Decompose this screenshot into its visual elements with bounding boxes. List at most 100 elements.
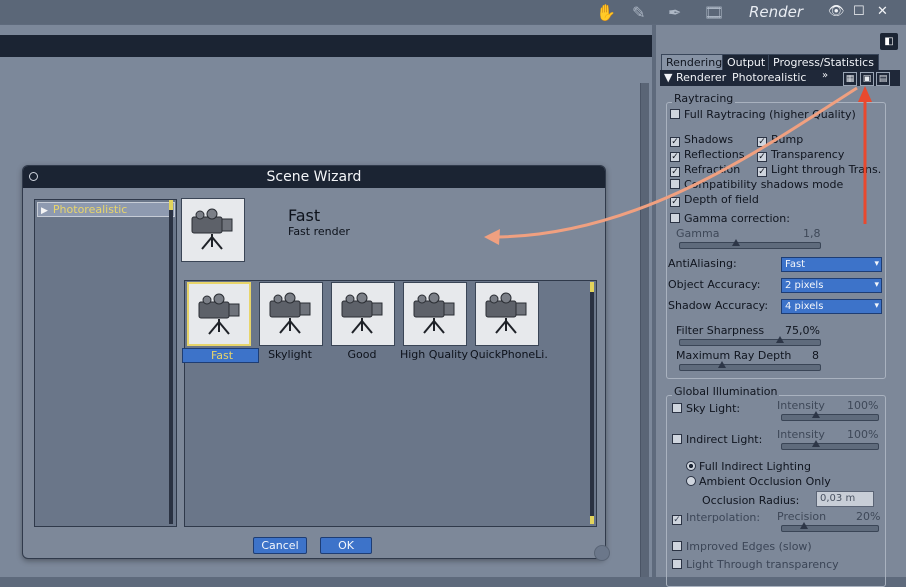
tab-progress-statistics[interactable]: Progress/Statistics xyxy=(768,54,879,71)
preset-label-skylight[interactable]: Skylight xyxy=(254,348,326,361)
resize-handle[interactable] xyxy=(594,545,610,561)
preset-tile-high-quality[interactable] xyxy=(403,282,467,346)
filter-sharpness-value: 75,0% xyxy=(785,324,820,337)
tab-rendering[interactable]: Rendering xyxy=(661,54,728,71)
camera-icon xyxy=(198,293,240,335)
refraction-checkbox[interactable]: ✓ Refraction xyxy=(670,163,740,177)
check-icon[interactable]: ✓ xyxy=(670,137,680,147)
depth-of-field-checkbox[interactable]: ✓ Depth of field xyxy=(670,193,759,207)
reflections-checkbox[interactable]: ✓ Reflections xyxy=(670,148,744,162)
filter-sharpness-slider[interactable] xyxy=(679,336,821,346)
hand-icon[interactable]: ✋ xyxy=(596,3,616,22)
film-icon[interactable]: 🎞 xyxy=(704,3,724,22)
preset-label-good[interactable]: Good xyxy=(326,348,398,361)
select-value: Fast xyxy=(785,259,806,270)
scrollbar-end xyxy=(590,516,594,524)
panel-splitter[interactable] xyxy=(640,83,649,577)
sky-light-checkbox[interactable]: Sky Light: xyxy=(672,402,740,415)
dock-icon[interactable]: ◧ xyxy=(880,33,898,50)
occlusion-radius-field[interactable]: 0,03 m xyxy=(816,491,874,507)
max-ray-depth-slider[interactable] xyxy=(679,361,821,371)
shadow-accuracy-select[interactable]: 4 pixels ▾ xyxy=(781,299,882,314)
preset-label-fast[interactable]: Fast xyxy=(182,348,259,363)
radio-label: Full Indirect Lighting xyxy=(699,460,811,473)
slider-handle[interactable] xyxy=(718,361,726,368)
antialiasing-select[interactable]: Fast ▾ xyxy=(781,257,882,272)
check-icon[interactable]: ✓ xyxy=(757,137,767,147)
dialog-close-icon[interactable] xyxy=(29,172,38,181)
checkbox-box[interactable] xyxy=(670,179,680,189)
checkbox-label: Transparency xyxy=(771,148,845,161)
eye-icon[interactable]: 👁 xyxy=(828,4,845,19)
indirect-light-checkbox[interactable]: Indirect Light: xyxy=(672,433,762,446)
interpolation-checkbox[interactable]: ✓ Interpolation: xyxy=(672,511,760,525)
maximize-icon[interactable]: ☐ xyxy=(853,4,865,19)
tab-output[interactable]: Output xyxy=(722,54,771,71)
check-icon[interactable]: ✓ xyxy=(670,152,680,162)
slider-handle[interactable] xyxy=(732,239,740,246)
transparency-checkbox[interactable]: ✓ Transparency xyxy=(757,148,844,162)
chevron-down-icon[interactable]: » xyxy=(822,70,828,81)
improved-edges-checkbox[interactable]: Improved Edges (slow) xyxy=(672,540,812,553)
bump-checkbox[interactable]: ✓ Bump xyxy=(757,133,803,147)
camera-icon xyxy=(269,292,311,334)
preset-tile-fast[interactable] xyxy=(187,282,251,346)
preset-tile-quickphone[interactable] xyxy=(475,282,539,346)
checkbox-box[interactable] xyxy=(672,541,682,551)
check-icon[interactable]: ✓ xyxy=(757,152,767,162)
checkbox-label: Refraction xyxy=(684,163,741,176)
indirect-intensity-slider[interactable] xyxy=(781,440,879,450)
gamma-slider[interactable] xyxy=(679,239,821,249)
radio-dot[interactable] xyxy=(686,476,696,486)
ok-button[interactable]: OK xyxy=(320,537,372,554)
check-icon[interactable]: ✓ xyxy=(757,167,767,177)
sky-intensity-slider[interactable] xyxy=(781,411,879,421)
wizard-icon[interactable]: ▦ xyxy=(843,72,857,86)
scrollbar-thumb[interactable] xyxy=(169,200,173,210)
ambient-occlusion-radio[interactable]: Ambient Occlusion Only xyxy=(686,475,831,488)
object-accuracy-select[interactable]: 2 pixels ▾ xyxy=(781,278,882,293)
check-icon[interactable]: ✓ xyxy=(670,167,680,177)
checkbox-label: Shadows xyxy=(684,133,734,146)
renderer-select[interactable]: Photorealistic xyxy=(732,71,806,84)
radio-dot[interactable] xyxy=(686,461,696,471)
checkbox-label: Bump xyxy=(771,133,804,146)
full-raytracing-checkbox[interactable]: Full Raytracing (higher Quality) xyxy=(670,108,856,121)
shadows-checkbox[interactable]: ✓ Shadows xyxy=(670,133,733,147)
checkbox-box[interactable] xyxy=(670,109,680,119)
scrollbar-thumb[interactable] xyxy=(590,282,594,292)
slider-handle[interactable] xyxy=(812,440,820,447)
save-icon[interactable]: ▣ xyxy=(860,72,874,86)
grid-scrollbar[interactable] xyxy=(590,282,594,524)
slider-handle[interactable] xyxy=(800,522,808,529)
checkbox-box[interactable] xyxy=(672,559,682,569)
object-accuracy-label: Object Accuracy: xyxy=(668,278,761,291)
compat-shadows-checkbox[interactable]: Compatibility shadows mode xyxy=(670,178,843,191)
brush-icon[interactable]: ✎ xyxy=(632,3,645,22)
light-through-transparency-checkbox[interactable]: Light Through transparency xyxy=(672,558,839,571)
open-icon[interactable]: ▤ xyxy=(876,72,890,86)
slider-handle[interactable] xyxy=(812,411,820,418)
check-icon[interactable]: ✓ xyxy=(670,197,680,207)
checkbox-box[interactable] xyxy=(670,213,680,223)
preset-tile-good[interactable] xyxy=(331,282,395,346)
precision-slider[interactable] xyxy=(781,522,879,532)
radio-label: Ambient Occlusion Only xyxy=(699,475,831,488)
dialog-title: Scene Wizard xyxy=(23,166,605,188)
preset-label-quickphone[interactable]: QuickPhoneLi. xyxy=(470,348,548,361)
preset-tile-skylight[interactable] xyxy=(259,282,323,346)
full-indirect-radio[interactable]: Full Indirect Lighting xyxy=(686,460,811,473)
gamma-correction-checkbox[interactable]: Gamma correction: xyxy=(670,212,790,225)
check-icon[interactable]: ✓ xyxy=(672,515,682,525)
list-item-photorealistic[interactable]: ▶ Photorealistic xyxy=(37,202,175,217)
cancel-button[interactable]: Cancel xyxy=(253,537,307,554)
slider-handle[interactable] xyxy=(776,336,784,343)
close-icon[interactable]: ✕ xyxy=(877,4,888,19)
list-scrollbar[interactable] xyxy=(169,200,173,524)
light-through-checkbox[interactable]: ✓ Light through Trans. xyxy=(757,163,881,177)
pen-icon[interactable]: ✒ xyxy=(668,3,681,22)
checkbox-box[interactable] xyxy=(672,434,682,444)
expand-arrow-icon[interactable]: ▶ xyxy=(41,205,48,218)
preset-label-high-quality[interactable]: High Quality xyxy=(398,348,470,361)
checkbox-box[interactable] xyxy=(672,403,682,413)
